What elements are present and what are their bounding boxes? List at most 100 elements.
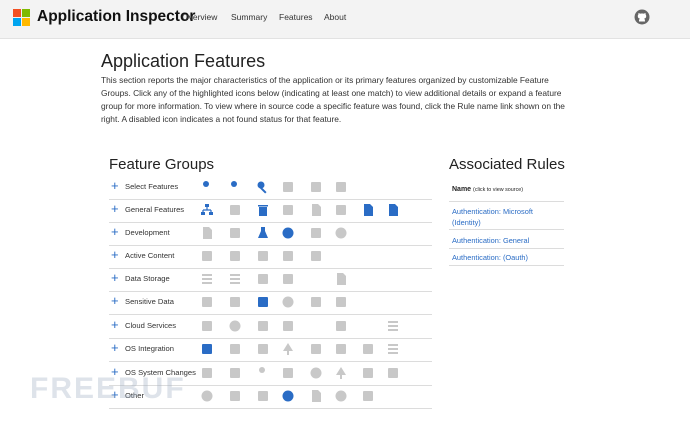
rocket-icon[interactable] [281,389,295,403]
expand-icon[interactable]: + [111,179,119,192]
rule-link[interactable]: Authentication: Microsoft (Identity) [452,206,562,228]
server-icon [202,321,212,331]
user-lock-icon[interactable] [228,180,242,194]
github-icon[interactable] [281,226,295,240]
expand-icon[interactable]: + [111,202,119,215]
top-nav: Application Inspector Overview Summary F… [0,0,690,39]
wordpress-icon [335,227,347,239]
wrench-icon [363,368,373,378]
globe-icon [229,320,241,332]
divider [449,248,564,249]
expand-icon[interactable]: + [111,318,119,331]
expand-icon[interactable]: + [111,225,119,238]
database-icon [230,274,240,284]
feature-group-row-development: + Development [109,222,432,246]
feature-group-label: Active Content [125,251,175,260]
pencil-icon [283,368,293,378]
feature-group-row-sensitive-data: + Sensitive Data [109,291,432,315]
rule-link[interactable]: Authentication: General [452,235,562,246]
page-title: Application Features [101,51,266,71]
divider [449,229,564,230]
gears-icon [336,344,346,354]
cart-icon [336,297,346,307]
feature-group-label: OS Integration [125,344,174,353]
branch-icon [258,274,268,284]
plus-box-icon [311,228,321,238]
feature-group-row-cloud-services: + Cloud Services [109,315,432,339]
tag-icon [258,391,268,401]
network-icon[interactable] [200,203,214,217]
document-icon[interactable] [386,203,400,217]
test-tube-icon[interactable] [256,226,270,240]
devices-icon [283,182,293,192]
file-icon [337,273,346,285]
map-icon [283,274,293,284]
stethoscope-icon [230,297,240,307]
chrome-icon [310,367,322,379]
facebook-icon [258,321,268,331]
watermark: FREEBUF [30,372,186,405]
key-icon[interactable] [256,180,270,194]
rule-link[interactable]: Authentication: (Oauth) [452,252,562,263]
nav-summary[interactable]: Summary [231,12,267,22]
expand-icon[interactable]: + [111,341,119,354]
feature-group-row-general-features: + General Features [109,199,432,223]
html5-icon [230,251,240,261]
feature-group-row-active-content: + Active Content [109,245,432,269]
expand-icon[interactable]: + [111,294,119,307]
file-icon [312,390,321,402]
money-icon [311,297,321,307]
runner-icon [363,344,373,354]
shield-icon [258,344,268,354]
send-icon [202,368,212,378]
github-icon[interactable] [634,9,650,25]
archive-icon [283,321,293,331]
edit-icon [230,205,240,215]
feature-group-row-os-integration: + OS Integration [109,338,432,362]
feature-group-row-data-storage: + Data Storage [109,268,432,292]
cloud-download-icon[interactable] [361,319,375,333]
divider [449,265,564,266]
unlock-icon [388,368,398,378]
id-icon [230,368,240,378]
user-shield-icon[interactable] [200,180,214,194]
linux-icon[interactable] [200,342,214,356]
window-icon [336,205,346,215]
code-icon [230,228,240,238]
nav-overview[interactable]: Overview [182,12,217,22]
nav-about[interactable]: About [324,12,346,22]
feature-group-label: Sensitive Data [125,297,174,306]
branch-icon [283,205,293,215]
cloud-upload-icon[interactable] [309,272,323,286]
expand-icon[interactable]: + [111,248,119,261]
feature-group-label: Select Features [125,182,179,191]
expand-icon[interactable]: + [111,271,119,284]
play-icon [201,390,213,402]
id-card-icon [202,297,212,307]
face-icon [282,296,294,308]
file-code-icon[interactable] [361,203,375,217]
bank-icon[interactable] [256,295,270,309]
page-intro: This section reports the major character… [101,75,565,124]
font-icon [202,251,212,261]
rules-name-header: Name (click to view source) [452,186,524,193]
feature-groups-title: Feature Groups [109,156,215,173]
storage-icon [388,321,398,331]
feature-group-label: Cloud Services [125,321,177,330]
flag-icon [230,391,240,401]
nav-features[interactable]: Features [279,12,313,22]
plugin-icon [258,251,268,261]
app-title[interactable]: Application Inspector [37,8,195,26]
feature-group-label: Data Storage [125,274,170,283]
microsoft-logo-icon [13,9,31,27]
trash-icon[interactable] [256,203,270,217]
file-icon [312,204,321,216]
fire-icon [363,391,373,401]
table-icon [202,274,212,284]
clock-icon [335,390,347,402]
associated-rules-title: Associated Rules [449,156,565,173]
feature-group-row-select-features: + Select Features [109,176,432,200]
tree-icon [283,343,293,355]
tools-off-icon [230,344,240,354]
wireless-icon [336,182,346,192]
